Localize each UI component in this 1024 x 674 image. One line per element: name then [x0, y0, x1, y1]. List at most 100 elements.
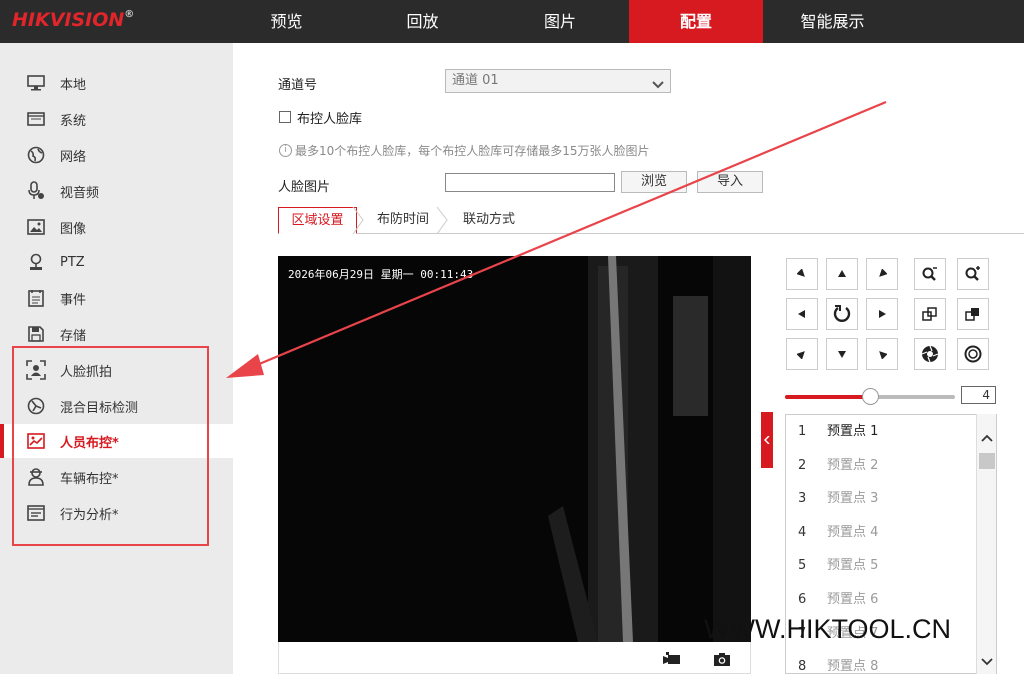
sidebar-item-label: 本地 [60, 77, 87, 93]
nav-tab-smart-display[interactable]: 智能展示 [776, 0, 889, 43]
logo-mark: ® [124, 9, 135, 20]
globe-icon [26, 145, 46, 165]
logo-text: HIKVISION [12, 9, 125, 31]
scroll-thumb[interactable] [979, 453, 995, 469]
face-lib-checkbox-label: 布控人脸库 [297, 112, 363, 127]
nav-tab-picture[interactable]: 图片 [502, 0, 618, 43]
tab-separator-icon [436, 207, 448, 234]
preset-row[interactable]: 3 预置点 3 [786, 482, 978, 516]
preset-row[interactable]: 5 预置点 5 [786, 549, 978, 583]
preset-name: 预置点 5 [827, 558, 879, 574]
tab-linkage-method[interactable]: 联动方式 [449, 207, 529, 234]
ptz-down-button[interactable] [826, 338, 858, 370]
preset-name: 预置点 6 [827, 592, 879, 607]
preset-number: 6 [798, 592, 807, 607]
ptz-icon [26, 252, 46, 272]
ptz-speed-slider[interactable] [785, 388, 955, 405]
sidebar-item-image[interactable]: 图像 [0, 210, 233, 244]
ptz-auto-button[interactable] [826, 298, 858, 330]
event-icon [26, 288, 46, 308]
hint-message: 最多10个布控人脸库，每个布控人脸库可存储最多15万张人脸图片 [295, 144, 650, 158]
tab-arming-schedule[interactable]: 布防时间 [365, 207, 441, 234]
preset-row[interactable]: 1 预置点 1 [786, 415, 978, 449]
nav-tab-playback[interactable]: 回放 [366, 0, 479, 43]
camera-scene [278, 256, 751, 642]
hint-text: i 最多10个布控人脸库，每个布控人脸库可存储最多15万张人脸图片 [279, 142, 650, 159]
ptz-right-button[interactable] [866, 298, 898, 330]
ptz-up-left-button[interactable] [786, 258, 818, 290]
sidebar-item-system[interactable]: 系统 [0, 102, 233, 136]
ptz-down-left-button[interactable] [786, 338, 818, 370]
preset-name: 预置点 3 [827, 491, 879, 507]
tab-separator-icon [352, 207, 364, 234]
preset-number: 3 [798, 491, 807, 507]
import-button[interactable]: 导入 [697, 171, 763, 193]
nav-tab-config[interactable]: 配置 [629, 0, 763, 43]
iris-close-icon[interactable] [957, 338, 989, 370]
video-timestamp: 2026年06月29日 星期一 00:11:43 [288, 268, 474, 281]
chevron-down-icon [652, 76, 664, 98]
system-icon [26, 109, 46, 129]
channel-select[interactable]: 通道 01 [445, 69, 671, 93]
top-navbar: HIKVISION® 预览 回放 图片 配置 智能展示 [0, 0, 1024, 43]
monitor-icon [26, 73, 46, 93]
channel-label: 通道号 [278, 78, 318, 93]
preset-name: 预置点 4 [827, 524, 879, 540]
sidebar-item-label: PTZ [60, 254, 85, 270]
brand-logo: HIKVISION® [12, 9, 134, 31]
sidebar-item-network[interactable]: 网络 [0, 138, 233, 172]
sidebar-item-local[interactable]: 本地 [0, 66, 233, 100]
record-icon[interactable] [663, 652, 681, 670]
channel-select-value: 通道 01 [452, 73, 499, 88]
iris-open-icon[interactable] [914, 338, 946, 370]
ptz-down-right-button[interactable] [866, 338, 898, 370]
sidebar-item-label: 系统 [60, 113, 87, 129]
scroll-down-icon[interactable] [979, 654, 995, 670]
face-image-label: 人脸图片 [278, 180, 331, 195]
ptz-up-button[interactable] [826, 258, 858, 290]
tab-area-settings[interactable]: 区域设置 [278, 207, 357, 234]
sidebar-item-label: 事件 [60, 292, 87, 308]
sidebar-item-label: 视音频 [60, 185, 100, 201]
sidebar-item-label: 网络 [60, 149, 87, 165]
highlight-box [12, 346, 209, 546]
focus-near-icon[interactable] [914, 298, 946, 330]
preset-number: 8 [798, 659, 807, 674]
mic-icon [26, 181, 46, 201]
preset-row[interactable]: 6 预置点 6 [786, 583, 978, 617]
sidebar-item-label: 图像 [60, 221, 87, 237]
watermark-text: WWW.HIKTOOL.CN [704, 614, 951, 644]
preset-row[interactable]: 8 预置点 8 [786, 650, 978, 674]
scroll-up-icon[interactable] [979, 430, 995, 446]
nav-tab-preview[interactable]: 预览 [230, 0, 343, 43]
info-icon: i [279, 144, 292, 157]
zoom-out-icon[interactable] [914, 258, 946, 290]
preset-name: 预置点 1 [827, 424, 879, 439]
image-icon [26, 217, 46, 237]
video-toolbar [278, 642, 751, 674]
collapse-panel-button[interactable] [761, 412, 773, 468]
preset-row[interactable]: 2 预置点 2 [786, 449, 978, 483]
zoom-in-icon[interactable] [957, 258, 989, 290]
sidebar-item-ptz[interactable]: PTZ [0, 245, 233, 279]
face-image-input[interactable] [445, 173, 615, 192]
preset-name: 预置点 2 [827, 457, 879, 473]
preset-name: 预置点 8 [827, 659, 879, 674]
sidebar-item-event[interactable]: 事件 [0, 281, 233, 315]
ptz-left-button[interactable] [786, 298, 818, 330]
browse-button[interactable]: 浏览 [621, 171, 687, 193]
preset-row[interactable]: 4 预置点 4 [786, 516, 978, 550]
preset-number: 2 [798, 457, 807, 473]
preset-number: 4 [798, 524, 807, 540]
focus-far-icon[interactable] [957, 298, 989, 330]
face-lib-checkbox[interactable] [279, 111, 291, 123]
slider-knob[interactable] [862, 388, 879, 405]
ptz-up-right-button[interactable] [866, 258, 898, 290]
preset-number: 1 [798, 424, 807, 439]
live-video[interactable]: 2026年06月29日 星期一 00:11:43 [278, 256, 751, 642]
preset-number: 5 [798, 558, 807, 574]
sidebar-item-audio-video[interactable]: 视音频 [0, 174, 233, 208]
camera-icon[interactable] [713, 652, 731, 671]
preset-scrollbar[interactable] [976, 414, 996, 674]
sidebar-item-label: 存储 [60, 328, 87, 344]
